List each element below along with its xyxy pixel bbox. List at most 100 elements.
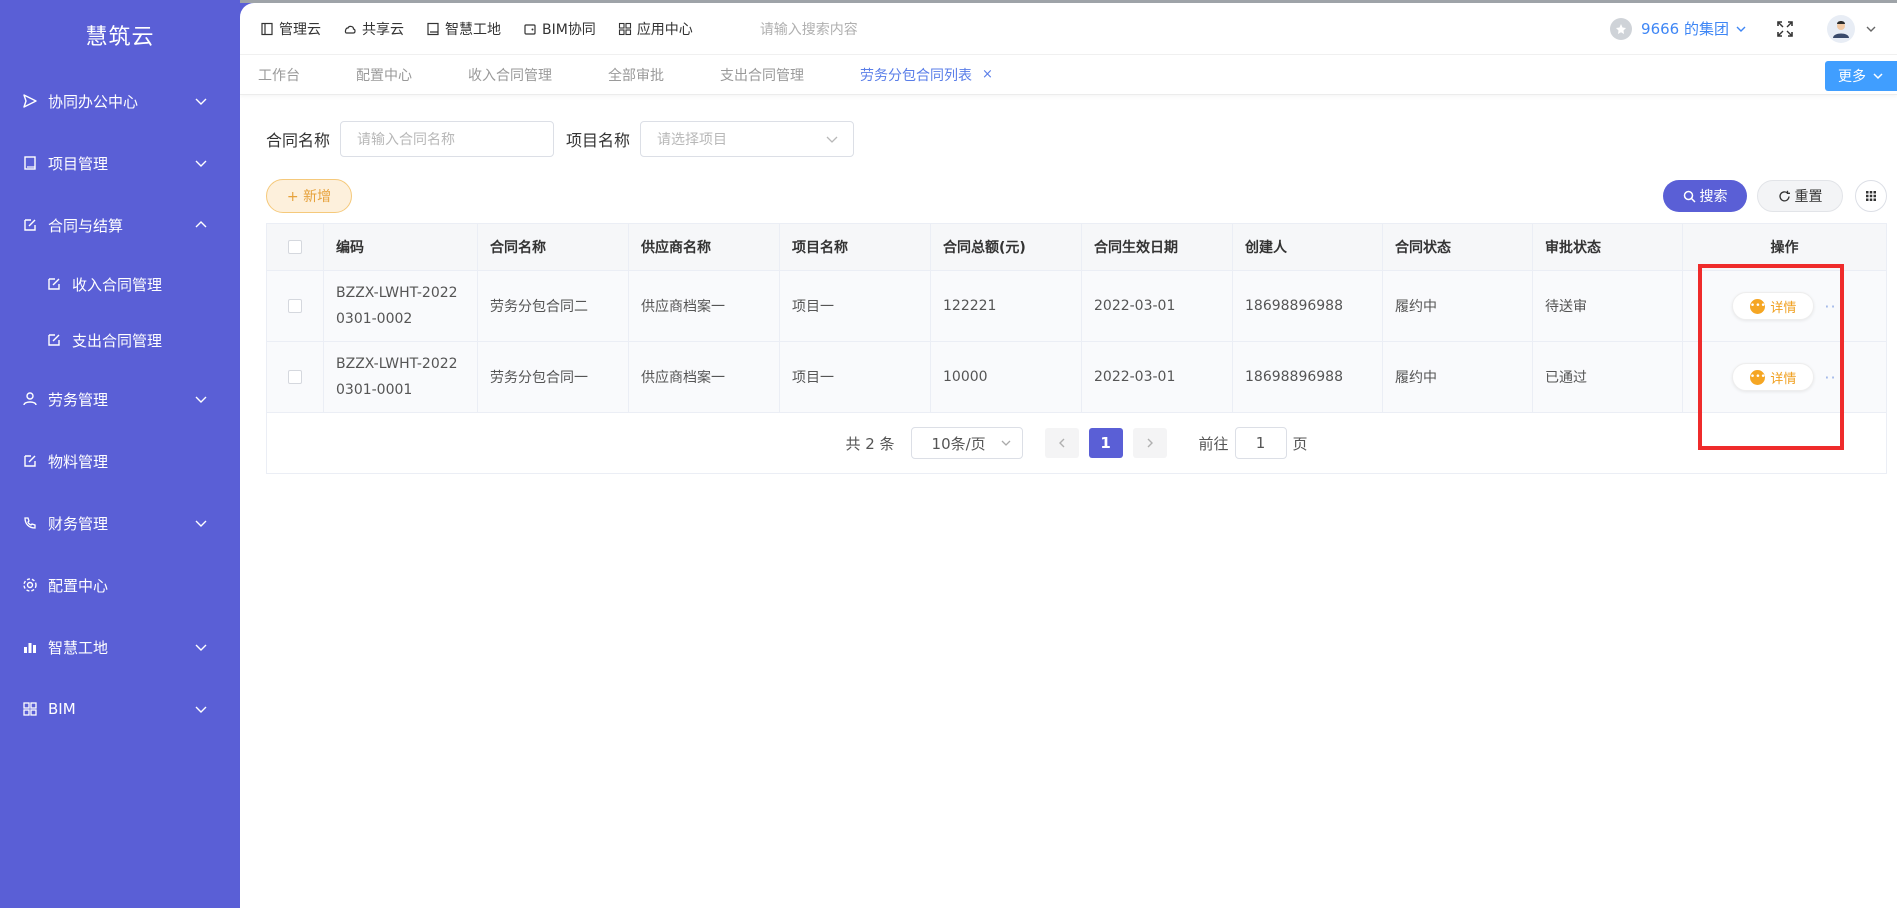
pagination: 共 2 条 10条/页 1 前往 1 页 bbox=[267, 413, 1886, 473]
row-checkbox-cell bbox=[267, 342, 324, 412]
chevron-down-icon[interactable] bbox=[1865, 23, 1877, 35]
wallet-icon bbox=[523, 22, 537, 36]
sidebar-item-smart-site[interactable]: 智慧工地 bbox=[0, 616, 240, 678]
column-settings-button[interactable] bbox=[1855, 180, 1887, 212]
next-page-button[interactable] bbox=[1132, 428, 1167, 458]
contract-name-label: 合同名称 bbox=[266, 131, 331, 150]
sidebar-item-label: BIM bbox=[48, 700, 76, 718]
cell-creator: 18698896988 bbox=[1233, 342, 1383, 412]
close-icon[interactable]: × bbox=[982, 67, 993, 82]
top-link-management[interactable]: 管理云 bbox=[260, 19, 321, 39]
contract-name-input[interactable]: 请输入合同名称 bbox=[340, 121, 555, 157]
sidebar-item-label: 智慧工地 bbox=[48, 638, 109, 657]
main-panel: 管理云 共享云 智慧工地 BIM协同 应用中心 请输入搜索内容 9666 的集团 bbox=[240, 3, 1897, 908]
chevron-down-icon bbox=[194, 94, 208, 108]
sidebar-item-label: 合同与结算 bbox=[48, 216, 124, 235]
sidebar-item-label: 支出合同管理 bbox=[72, 331, 163, 350]
top-link-label: 智慧工地 bbox=[445, 21, 501, 38]
cell-actions: ••• 详情 ·· bbox=[1683, 342, 1886, 412]
detail-button-label: 详情 bbox=[1770, 371, 1797, 387]
sidebar-item-collab[interactable]: 协同办公中心 bbox=[0, 70, 240, 132]
prev-page-button[interactable] bbox=[1044, 428, 1079, 458]
table-header-row: 编码 合同名称 供应商名称 项目名称 合同总额(元) 合同生效日期 创建人 合同… bbox=[267, 224, 1886, 271]
header-contract-name: 合同名称 bbox=[478, 224, 629, 270]
tab-config-center[interactable]: 配置中心 bbox=[356, 65, 412, 85]
tab-expense-contract[interactable]: 支出合同管理 bbox=[720, 65, 804, 85]
cell-approval-status: 待送审 bbox=[1533, 271, 1683, 341]
contract-table: 编码 合同名称 供应商名称 项目名称 合同总额(元) 合同生效日期 创建人 合同… bbox=[266, 223, 1887, 474]
top-link-bim[interactable]: BIM协同 bbox=[523, 19, 596, 39]
header-approval-status: 审批状态 bbox=[1533, 224, 1683, 270]
page-number-current[interactable]: 1 bbox=[1088, 428, 1123, 458]
avatar[interactable] bbox=[1827, 14, 1855, 43]
detail-button[interactable]: ••• 详情 bbox=[1732, 363, 1815, 391]
sidebar-item-bim[interactable]: BIM bbox=[0, 678, 240, 740]
row-checkbox[interactable] bbox=[288, 299, 302, 313]
page-size-value: 10条/页 bbox=[931, 434, 986, 453]
sidebar-item-contract[interactable]: 合同与结算 bbox=[0, 194, 240, 256]
header-code: 编码 bbox=[324, 224, 478, 270]
more-tabs-button[interactable]: 更多 bbox=[1825, 61, 1897, 91]
send-icon bbox=[22, 93, 38, 109]
cell-contract-status: 履约中 bbox=[1383, 271, 1533, 341]
cell-approval-status: 已通过 bbox=[1533, 342, 1683, 412]
cell-project: 项目一 bbox=[780, 271, 931, 341]
cell-contract-name: 劳务分包合同二 bbox=[478, 271, 629, 341]
chevron-down-icon bbox=[1735, 23, 1747, 35]
tab-labor-subcontract-list[interactable]: 劳务分包合同列表 × bbox=[860, 65, 993, 85]
more-options-icon[interactable]: ·· bbox=[1824, 297, 1836, 316]
cell-code: BZZX-LWHT-20220301-0001 bbox=[324, 342, 478, 412]
chevron-up-icon bbox=[194, 218, 208, 232]
select-all-checkbox[interactable] bbox=[288, 240, 302, 254]
reset-button[interactable]: 重置 bbox=[1757, 180, 1843, 212]
top-link-label: 管理云 bbox=[279, 21, 321, 38]
top-right-area: 9666 的集团 bbox=[1610, 14, 1877, 43]
top-link-share[interactable]: 共享云 bbox=[343, 19, 404, 39]
top-link-app-center[interactable]: 应用中心 bbox=[618, 19, 693, 39]
tab-income-contract[interactable]: 收入合同管理 bbox=[468, 65, 552, 85]
sidebar-item-material[interactable]: 物料管理 bbox=[0, 430, 240, 492]
tab-label: 劳务分包合同列表 bbox=[860, 67, 972, 84]
sidebar: 慧筑云 协同办公中心 项目管理 合同与结算 收入合同管理 支出合同管理 劳务管理… bbox=[0, 0, 240, 908]
fullscreen-icon[interactable] bbox=[1775, 19, 1795, 39]
org-logo-icon bbox=[1610, 17, 1633, 40]
tab-workbench[interactable]: 工作台 bbox=[258, 65, 300, 85]
search-button[interactable]: 搜索 bbox=[1663, 180, 1747, 212]
header-effective-date: 合同生效日期 bbox=[1082, 224, 1233, 270]
tab-all-approval[interactable]: 全部审批 bbox=[608, 65, 664, 85]
sidebar-item-label: 财务管理 bbox=[48, 514, 109, 533]
add-button[interactable]: + 新增 bbox=[266, 179, 352, 213]
row-checkbox[interactable] bbox=[288, 370, 302, 384]
goto-page-input[interactable]: 1 bbox=[1234, 427, 1287, 459]
tab-label: 全部审批 bbox=[608, 67, 664, 84]
tab-label: 收入合同管理 bbox=[468, 67, 552, 84]
code-text: BZZX-LWHT-20220301-0001 bbox=[336, 356, 458, 398]
top-link-smart-site[interactable]: 智慧工地 bbox=[426, 19, 501, 39]
phone-icon bbox=[22, 515, 38, 531]
more-label: 更多 bbox=[1838, 69, 1866, 85]
chevron-right-icon bbox=[1145, 437, 1155, 449]
sidebar-item-label: 物料管理 bbox=[48, 452, 109, 471]
sidebar-item-finance[interactable]: 财务管理 bbox=[0, 492, 240, 554]
filter-bar: 合同名称 请输入合同名称 项目名称 请选择项目 bbox=[266, 121, 1887, 157]
org-switcher[interactable]: 9666 的集团 bbox=[1610, 17, 1747, 40]
project-select[interactable]: 请选择项目 bbox=[640, 121, 855, 157]
global-search-input[interactable]: 请输入搜索内容 bbox=[760, 19, 858, 39]
chevron-down-icon bbox=[194, 156, 208, 170]
more-options-icon[interactable]: ·· bbox=[1824, 368, 1836, 387]
chevron-down-icon bbox=[194, 702, 208, 716]
sidebar-item-project[interactable]: 项目管理 bbox=[0, 132, 240, 194]
tab-label: 配置中心 bbox=[356, 67, 412, 84]
detail-button[interactable]: ••• 详情 bbox=[1732, 292, 1815, 320]
sidebar-item-label: 配置中心 bbox=[48, 576, 109, 595]
cell-project: 项目一 bbox=[780, 342, 931, 412]
project-select-placeholder: 请选择项目 bbox=[657, 132, 728, 148]
cell-supplier: 供应商档案一 bbox=[629, 342, 780, 412]
sidebar-item-labor[interactable]: 劳务管理 bbox=[0, 368, 240, 430]
sidebar-subitem-income-contract[interactable]: 收入合同管理 bbox=[0, 256, 240, 312]
code-text: BZZX-LWHT-20220301-0002 bbox=[336, 285, 458, 327]
sidebar-item-config[interactable]: 配置中心 bbox=[0, 554, 240, 616]
top-link-label: BIM协同 bbox=[542, 21, 596, 38]
page-size-select[interactable]: 10条/页 bbox=[910, 427, 1023, 459]
sidebar-subitem-expense-contract[interactable]: 支出合同管理 bbox=[0, 312, 240, 368]
